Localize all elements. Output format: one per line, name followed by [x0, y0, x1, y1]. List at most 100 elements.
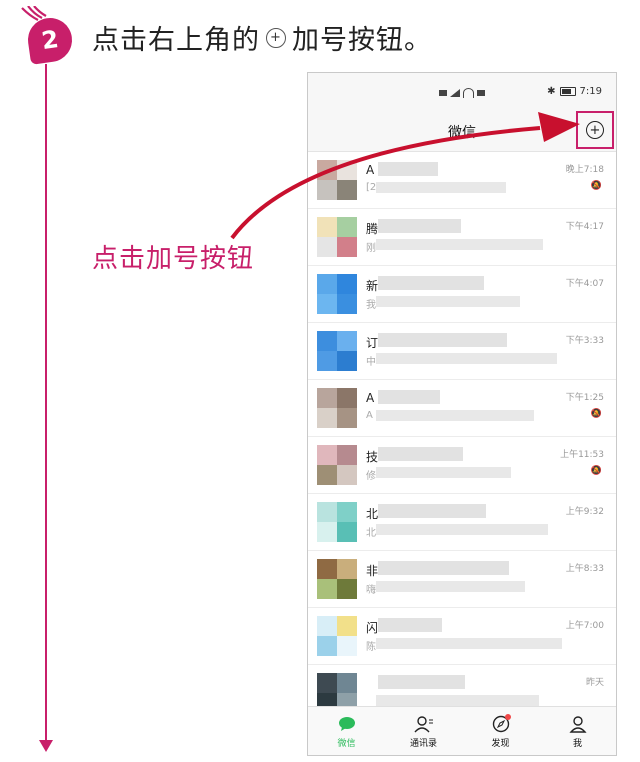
blurred-message	[376, 296, 520, 307]
phone-screen: ✱ 7:19 微信 + A [2 晚上7:18 🔕 腾刚 下午4:17 新我 下午4:07 订中…	[307, 72, 617, 756]
wifi-icon	[463, 88, 474, 98]
bottom-tab-bar: 微信 通讯录 发现 我	[308, 706, 616, 755]
chat-avatar	[317, 217, 357, 257]
chat-list-item[interactable]: 技修 上午11:53 🔕	[308, 437, 616, 494]
blurred-message	[376, 467, 511, 478]
chat-avatar	[317, 445, 357, 485]
chat-list-item[interactable]: A [2 晚上7:18 🔕	[308, 152, 616, 209]
step-timeline-line	[45, 64, 47, 742]
blurred-message	[376, 182, 506, 193]
chat-list-item[interactable]: 订中 下午3:33	[308, 323, 616, 380]
chat-avatar	[317, 388, 357, 428]
chat-list-item[interactable]: 非嗨 上午8:33	[308, 551, 616, 608]
notification-icon	[477, 90, 485, 96]
add-button[interactable]: +	[576, 111, 614, 149]
blurred-name	[378, 390, 440, 404]
chat-name: 技	[366, 450, 379, 464]
mute-bell-icon: 🔕	[590, 409, 602, 419]
blurred-name	[378, 675, 465, 689]
chat-preview: [2	[366, 182, 377, 193]
blurred-name	[378, 276, 484, 290]
chat-list-item[interactable]: 闪陈 上午7:00	[308, 608, 616, 665]
chat-bubble-icon	[337, 714, 357, 734]
blurred-message	[376, 695, 539, 706]
chat-name: 订	[366, 336, 379, 350]
chat-name: 非	[366, 564, 379, 578]
chat-name: 新	[366, 279, 379, 293]
chat-preview: 陈	[366, 642, 376, 653]
status-bar: ✱ 7:19	[308, 73, 616, 113]
chat-time: 上午8:33	[565, 564, 604, 574]
wechat-titlebar: 微信 +	[308, 111, 616, 152]
battery-icon	[559, 87, 576, 96]
chat-preview: 中	[366, 357, 376, 368]
tab-label: 通讯录	[409, 738, 437, 749]
tab-contacts[interactable]: 通讯录	[385, 707, 462, 755]
chat-name: A	[366, 163, 375, 177]
chat-preview: 修	[366, 471, 376, 482]
chat-time: 上午11:53	[560, 450, 604, 460]
blurred-name	[378, 618, 442, 632]
blurred-name	[378, 447, 463, 461]
chat-preview: 嗨	[366, 585, 376, 596]
person-icon	[568, 714, 588, 734]
blurred-message	[376, 353, 557, 364]
blurred-message	[376, 524, 548, 535]
chat-time: 下午3:33	[565, 336, 604, 346]
page-title: 微信	[448, 125, 476, 141]
blurred-message	[376, 581, 525, 592]
contacts-icon	[413, 714, 434, 734]
chat-avatar	[317, 559, 357, 599]
blurred-name	[378, 333, 507, 347]
chat-time: 昨天	[585, 678, 604, 688]
blurred-name	[378, 219, 461, 233]
chat-list-item[interactable]: 新我 下午4:07	[308, 266, 616, 323]
blurred-message	[376, 410, 534, 421]
chat-list-item[interactable]: 北北 上午9:32	[308, 494, 616, 551]
mute-bell-icon: 🔕	[590, 466, 602, 476]
chat-preview: A	[366, 410, 373, 421]
chat-preview: 刚	[366, 243, 376, 254]
chat-avatar	[317, 274, 357, 314]
chat-time: 下午1:25	[565, 393, 604, 403]
chat-avatar	[317, 616, 357, 656]
bluetooth-icon: ✱	[547, 86, 556, 97]
chat-name: 腾	[366, 222, 379, 236]
chat-preview: 我	[366, 300, 376, 311]
mute-bell-icon: 🔕	[590, 181, 602, 191]
blurred-name	[378, 561, 509, 575]
chat-list-item[interactable]: 腾刚 下午4:17	[308, 209, 616, 266]
step-instruction-text-after: 加号按钮。	[292, 25, 432, 56]
unread-dot	[504, 713, 511, 720]
hd-icon	[439, 90, 447, 96]
step-instruction: 点击右上角的 + 加号按钮。	[92, 18, 432, 57]
blurred-message	[376, 239, 543, 250]
blurred-message	[376, 638, 562, 649]
chat-preview: 北	[366, 528, 376, 539]
signal-icon	[450, 89, 460, 97]
tab-chat-bubble[interactable]: 微信	[308, 707, 385, 755]
blurred-name	[378, 504, 486, 518]
step-timeline-arrow	[39, 740, 53, 752]
plus-circle-icon: +	[586, 121, 604, 139]
chat-avatar	[317, 502, 357, 542]
step-instruction-text-before: 点击右上角的	[92, 25, 260, 56]
blurred-name	[378, 162, 438, 176]
tab-person[interactable]: 我	[539, 707, 616, 755]
chat-list: A [2 晚上7:18 🔕 腾刚下午4:17 新我下午4:07 订中下午3:33 A A 下午1:…	[308, 152, 616, 722]
compass-icon	[491, 713, 511, 734]
tab-label: 微信	[337, 738, 356, 749]
tab-label: 发现	[491, 738, 510, 749]
chat-name: A	[366, 391, 375, 405]
tab-label: 我	[572, 738, 582, 749]
plus-circle-icon: +	[266, 27, 286, 48]
chat-time: 晚上7:18	[565, 165, 604, 175]
chat-avatar	[317, 331, 357, 371]
tab-compass[interactable]: 发现	[462, 707, 539, 755]
chat-time: 上午9:32	[565, 507, 604, 517]
chat-avatar	[317, 160, 357, 200]
chat-time: 下午4:07	[565, 279, 604, 289]
chat-list-item[interactable]: A A 下午1:25 🔕	[308, 380, 616, 437]
chat-name: 闪	[366, 621, 379, 635]
chat-time: 上午7:00	[565, 621, 604, 631]
